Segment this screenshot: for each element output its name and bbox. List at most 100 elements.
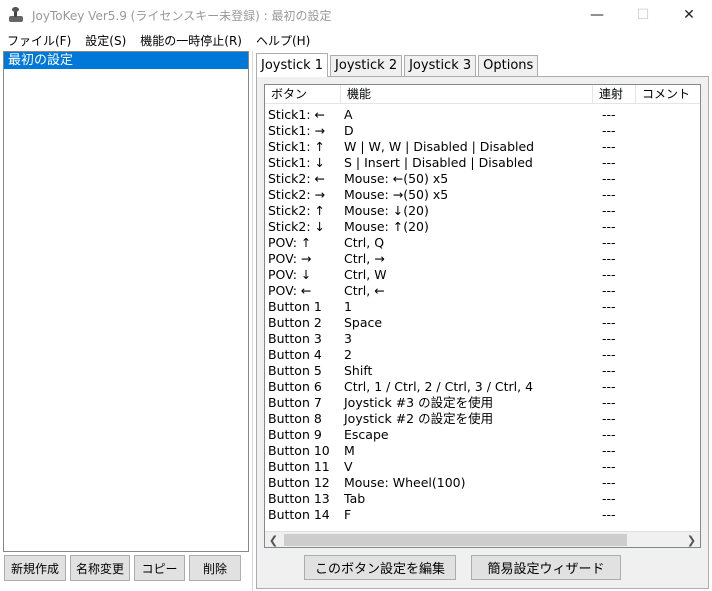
table-row[interactable]: POV: → Ctrl, → --- [265, 251, 700, 267]
edit-button-settings-button[interactable]: このボタン設定を編集 [304, 555, 456, 580]
cell-function: Shift [344, 363, 373, 378]
cell-comment [636, 315, 700, 331]
cell-comment [636, 107, 700, 123]
menu-settings[interactable]: 設定(S) [78, 32, 133, 49]
cell-rapid-fire: --- [602, 139, 616, 154]
table-row[interactable]: Button 3 3 --- [265, 331, 700, 347]
button-assignment-list[interactable]: ボタン 機能 連射 コメント Stick1: ← A --- Stick1: → D --… [264, 84, 701, 548]
cell-comment [636, 443, 700, 459]
delete-config-button[interactable]: 削除 [189, 555, 241, 581]
copy-config-button[interactable]: コピー [134, 555, 185, 581]
joystick-app-icon [8, 7, 24, 23]
tab-joystick-1[interactable]: Joystick 1 [256, 53, 329, 77]
horizontal-scrollbar[interactable]: ❮ ❯ [265, 531, 700, 547]
table-row[interactable]: Stick1: → D --- [265, 123, 700, 139]
cell-function: Joystick #3 の設定を使用 [344, 395, 494, 410]
cell-rapid-fire: --- [602, 507, 616, 522]
cell-button: Stick1: ↑ [268, 139, 326, 154]
cell-comment [636, 123, 700, 139]
menu-file[interactable]: ファイル(F) [0, 32, 78, 49]
table-row[interactable]: Button 12 Mouse: Wheel(100) --- [265, 475, 700, 491]
table-row[interactable]: POV: ↑ Ctrl, Q --- [265, 235, 700, 251]
cell-comment [636, 203, 700, 219]
scroll-right-icon[interactable]: ❯ [683, 532, 700, 547]
panel-splitter[interactable] [252, 51, 253, 591]
tab-options[interactable]: Options [478, 55, 539, 76]
column-header-rapid-fire[interactable]: 連射 [593, 85, 636, 104]
config-list[interactable]: 最初の設定 [3, 51, 249, 552]
cell-comment [636, 299, 700, 315]
cell-function: Mouse: ←(50) x5 [344, 171, 449, 186]
table-row[interactable]: Button 13 Tab --- [265, 491, 700, 507]
cell-rapid-fire: --- [602, 299, 616, 314]
menu-pause[interactable]: 機能の一時停止(R) [133, 32, 249, 49]
cell-button: Button 14 [268, 507, 330, 522]
config-item-selected[interactable]: 最初の設定 [4, 52, 248, 69]
table-row[interactable]: Button 10 M --- [265, 443, 700, 459]
config-buttons: 新規作成 名称変更 コピー 削除 [4, 555, 241, 581]
cell-button: Stick1: → [268, 123, 326, 138]
list-header: ボタン 機能 連射 コメント [265, 85, 700, 104]
cell-button: Button 7 [268, 395, 322, 410]
column-header-function[interactable]: 機能 [341, 85, 593, 104]
setup-wizard-button[interactable]: 簡易設定ウィザード [471, 555, 621, 580]
scrollbar-thumb[interactable] [284, 534, 627, 546]
cell-function: Mouse: ↑(20) [344, 219, 429, 234]
cell-function: Mouse: ↓(20) [344, 203, 429, 218]
cell-function: Ctrl, W [344, 267, 387, 282]
cell-function: 3 [344, 331, 352, 346]
cell-function: Ctrl, 1 / Ctrl, 2 / Ctrl, 3 / Ctrl, 4 [344, 379, 534, 394]
table-row[interactable]: POV: ↓ Ctrl, W --- [265, 267, 700, 283]
cell-button: Button 4 [268, 347, 322, 362]
cell-function: 1 [344, 299, 352, 314]
menu-help[interactable]: ヘルプ(H) [249, 32, 317, 49]
cell-rapid-fire: --- [602, 219, 616, 234]
column-header-comment[interactable]: コメント [636, 85, 700, 104]
cell-comment [636, 139, 700, 155]
tab-joystick-2[interactable]: Joystick 2 [330, 55, 403, 76]
table-row[interactable]: POV: ← Ctrl, ← --- [265, 283, 700, 299]
table-row[interactable]: Stick2: ← Mouse: ←(50) x5 --- [265, 171, 700, 187]
cell-comment [636, 331, 700, 347]
cell-comment [636, 187, 700, 203]
table-row[interactable]: Stick2: → Mouse: →(50) x5 --- [265, 187, 700, 203]
table-row[interactable]: Button 2 Space --- [265, 315, 700, 331]
table-row[interactable]: Stick1: ← A --- [265, 107, 700, 123]
table-row[interactable]: Button 5 Shift --- [265, 363, 700, 379]
table-row[interactable]: Stick1: ↓ S | Insert | Disabled | Disable… [265, 155, 700, 171]
column-header-button[interactable]: ボタン [265, 85, 341, 104]
cell-button: POV: ↓ [268, 267, 312, 282]
cell-comment [636, 459, 700, 475]
table-row[interactable]: Stick1: ↑ W | W, W | Disabled | Disabled -… [265, 139, 700, 155]
cell-rapid-fire: --- [602, 203, 616, 218]
rename-config-button[interactable]: 名称変更 [70, 555, 130, 581]
cell-button: Stick2: ↑ [268, 203, 326, 218]
cell-button: Button 5 [268, 363, 322, 378]
table-row[interactable]: Button 7 Joystick #3 の設定を使用 --- [265, 395, 700, 411]
cell-rapid-fire: --- [602, 395, 616, 410]
cell-comment [636, 475, 700, 491]
cell-comment [636, 155, 700, 171]
table-row[interactable]: Button 8 Joystick #2 の設定を使用 --- [265, 411, 700, 427]
table-row[interactable]: Button 6 Ctrl, 1 / Ctrl, 2 / Ctrl, 3 / Ct… [265, 379, 700, 395]
cell-button: Button 1 [268, 299, 322, 314]
cell-comment [636, 507, 700, 523]
table-row[interactable]: Button 1 1 --- [265, 299, 700, 315]
scroll-left-icon[interactable]: ❮ [265, 532, 282, 547]
table-row[interactable]: Button 9 Escape --- [265, 427, 700, 443]
cell-comment [636, 251, 700, 267]
table-row[interactable]: Button 4 2 --- [265, 347, 700, 363]
table-row[interactable]: Stick2: ↓ Mouse: ↑(20) --- [265, 219, 700, 235]
maximize-button[interactable]: ☐ [620, 0, 666, 30]
cell-rapid-fire: --- [602, 235, 616, 250]
table-row[interactable]: Stick2: ↑ Mouse: ↓(20) --- [265, 203, 700, 219]
table-row[interactable]: Button 11 V --- [265, 459, 700, 475]
title-bar: JoyToKey Ver5.9 (ライセンスキー未登録) : 最初の設定 — ☐… [0, 0, 712, 30]
table-row[interactable]: Button 14 F --- [265, 507, 700, 523]
cell-function: Ctrl, ← [344, 283, 385, 298]
close-button[interactable]: ✕ [666, 0, 712, 30]
new-config-button[interactable]: 新規作成 [4, 555, 66, 581]
cell-rapid-fire: --- [602, 331, 616, 346]
minimize-button[interactable]: — [574, 0, 620, 30]
tab-joystick-3[interactable]: Joystick 3 [404, 55, 477, 76]
